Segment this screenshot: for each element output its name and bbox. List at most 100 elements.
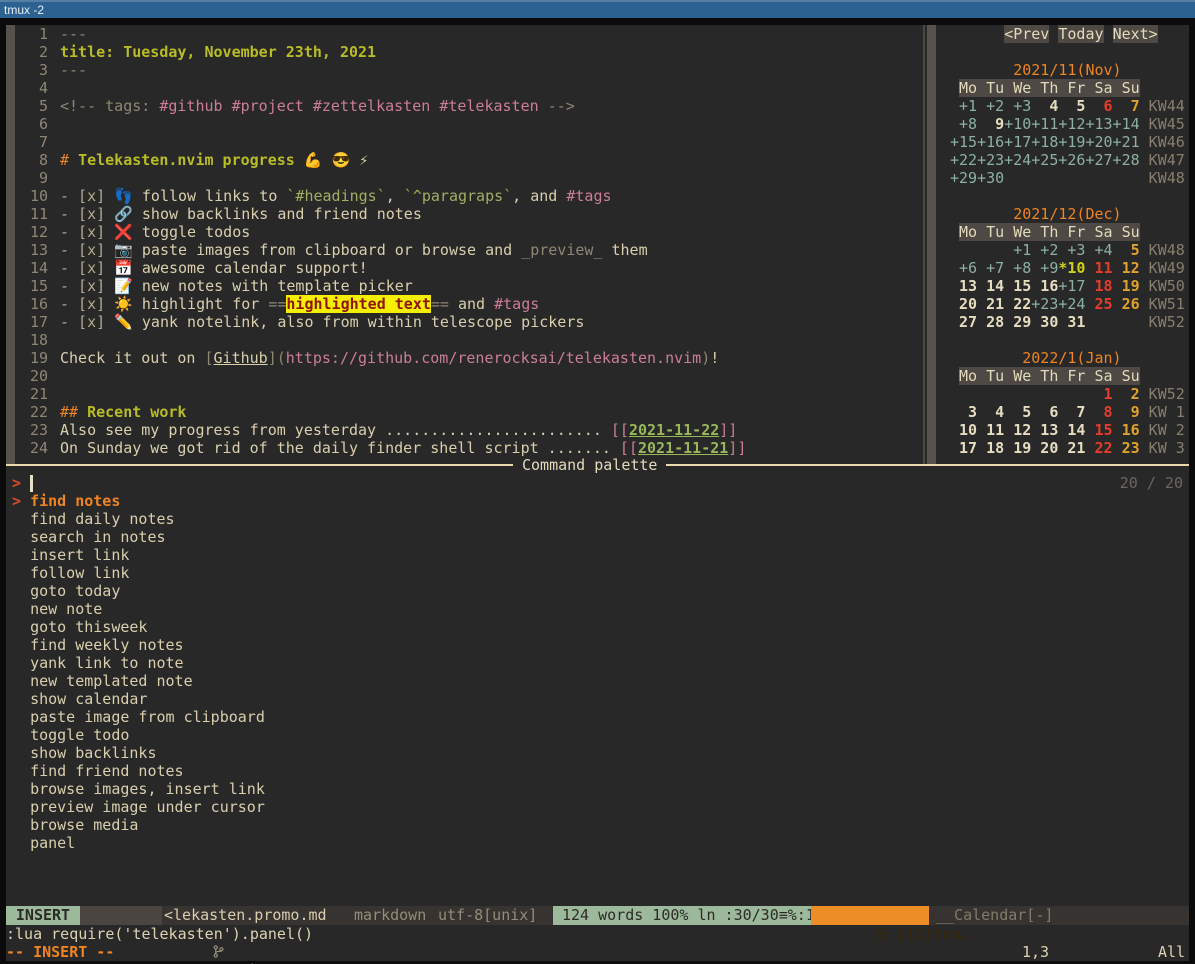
calendar-day-with-note[interactable]: +6 +7 +8 +9: [950, 259, 1058, 277]
palette-item[interactable]: find weekly notes: [12, 636, 265, 654]
calendar-day-saturday[interactable]: 18: [1085, 277, 1112, 295]
command-palette[interactable]: > > find notes find daily notes search i…: [12, 474, 265, 852]
editor-line[interactable]: 14- [x] 📅 awesome calendar support!: [15, 259, 746, 277]
calendar-day-with-note[interactable]: +17: [1058, 277, 1085, 295]
calendar-day[interactable]: 10 11 12 13 14: [950, 421, 1085, 439]
tag-or-url: #zettelkasten: [313, 97, 430, 115]
calendar-day[interactable]: 3 4 5 6 7: [950, 403, 1085, 421]
calendar-day-sunday[interactable]: 12: [1113, 259, 1140, 277]
calendar-day-sunday[interactable]: 19: [1113, 277, 1140, 295]
calendar-day-with-note[interactable]: +23+24: [1031, 295, 1085, 313]
note-date-link[interactable]: 2021-11-21: [638, 439, 728, 457]
calendar-nav-button[interactable]: Today: [1058, 25, 1103, 43]
palette-item[interactable]: preview image under cursor: [12, 798, 265, 816]
palette-item[interactable]: show calendar: [12, 690, 265, 708]
editor-line[interactable]: 11- [x] 🔗 show backlinks and friend note…: [15, 205, 746, 223]
note-date-link[interactable]: 2021-11-22: [629, 421, 719, 439]
text-segment: 📝 new notes with template picker: [114, 277, 413, 295]
calendar-day-with-note[interactable]: +8: [950, 115, 977, 133]
editor-line[interactable]: 18: [15, 331, 746, 349]
palette-item[interactable]: find daily notes: [12, 510, 265, 528]
calendar-day-saturday[interactable]: 8: [1085, 403, 1112, 421]
calendar-day[interactable]: 27 28 29 30 31: [950, 313, 1085, 331]
editor-line[interactable]: 2title: Tuesday, November 23th, 2021: [15, 43, 746, 61]
calendar-pane[interactable]: <Prev Today Next> 2021/11(Nov) Mo Tu We …: [950, 25, 1185, 457]
palette-item[interactable]: browse media: [12, 816, 265, 834]
editor-line[interactable]: 9: [15, 169, 746, 187]
editor-line[interactable]: 20: [15, 367, 746, 385]
window-separator[interactable]: [923, 25, 925, 464]
editor-line[interactable]: 12- [x] ❌ toggle todos: [15, 223, 746, 241]
calendar-day-saturday[interactable]: 11: [1085, 259, 1112, 277]
editor-line[interactable]: 4: [15, 79, 746, 97]
palette-item[interactable]: paste image from clipboard: [12, 708, 265, 726]
calendar-day-saturday[interactable]: 1: [1085, 385, 1112, 403]
editor-line[interactable]: 22## Recent work: [15, 403, 746, 421]
calendar-day-with-note[interactable]: +22+23+24+25+26+27+28: [950, 151, 1140, 169]
calendar-nav-button[interactable]: <Prev: [1004, 25, 1049, 43]
editor-pane[interactable]: 1---2title: Tuesday, November 23th, 2021…: [15, 25, 746, 457]
calendar-day-with-note[interactable]: +1 +2 +3: [950, 97, 1031, 115]
calendar-day-with-note[interactable]: +15+16+17+18+19+20+21: [950, 133, 1140, 151]
palette-item[interactable]: yank link to note: [12, 654, 265, 672]
calendar-day[interactable]: 9: [977, 115, 1004, 133]
calendar-day-with-note[interactable]: +29+30: [950, 169, 1004, 187]
palette-item[interactable]: new note: [12, 600, 265, 618]
editor-line[interactable]: 17- [x] ✏️ yank notelink, also from with…: [15, 313, 746, 331]
editor-line[interactable]: 3---: [15, 61, 746, 79]
palette-item[interactable]: goto today: [12, 582, 265, 600]
calendar-day-saturday[interactable]: 22: [1085, 439, 1112, 457]
calendar-day[interactable]: 13 14 15 16: [950, 277, 1058, 295]
calendar-day-saturday[interactable]: 15: [1085, 421, 1112, 439]
editor-line[interactable]: 5<!-- tags: #github #project #zettelkast…: [15, 97, 746, 115]
palette-item[interactable]: toggle todo: [12, 726, 265, 744]
palette-item[interactable]: search in notes: [12, 528, 265, 546]
calendar-row: [950, 43, 1185, 61]
editor-line[interactable]: 19Check it out on [Github](https://githu…: [15, 349, 746, 367]
calendar-day-sunday[interactable]: 7: [1113, 97, 1140, 115]
editor-line[interactable]: 24On Sunday we got rid of the daily find…: [15, 439, 746, 457]
palette-item[interactable]: panel: [12, 834, 265, 852]
calendar-day-with-note[interactable]: +1 +2 +3 +4: [1004, 241, 1112, 259]
vim-cmdline[interactable]: :lua require('telekasten').panel(): [6, 925, 313, 943]
calendar-scrollbar[interactable]: [927, 25, 936, 464]
palette-item[interactable]: browse images, insert link: [12, 780, 265, 798]
editor-line[interactable]: 10- [x] 👣 follow links to `#headings`, `…: [15, 187, 746, 205]
editor-line[interactable]: 15- [x] 📝 new notes with template picker: [15, 277, 746, 295]
editor-line[interactable]: 6: [15, 115, 746, 133]
calendar-day[interactable]: 17 18 19 20 21: [950, 439, 1085, 457]
hyperlink[interactable]: Github: [214, 349, 268, 367]
calendar-day-sunday[interactable]: 23: [1113, 439, 1140, 457]
palette-item[interactable]: find friend notes: [12, 762, 265, 780]
palette-item[interactable]: insert link: [12, 546, 265, 564]
calendar-nav-button[interactable]: Next>: [1113, 25, 1158, 43]
calendar-day-saturday[interactable]: 25: [1085, 295, 1112, 313]
editor-line[interactable]: 16- [x] ☀️ highlight for ==highlighted t…: [15, 295, 746, 313]
editor-line[interactable]: 13- [x] 📷 paste images from clipboard or…: [15, 241, 746, 259]
palette-item[interactable]: > find notes: [12, 492, 265, 510]
calendar-day-sunday[interactable]: 26: [1113, 295, 1140, 313]
editor-line[interactable]: 23Also see my progress from yesterday ..…: [15, 421, 746, 439]
palette-item[interactable]: show backlinks: [12, 744, 265, 762]
editor-line[interactable]: 21: [15, 385, 746, 403]
calendar-day[interactable]: 20 21 22: [950, 295, 1031, 313]
statusline-tab[interactable]: ☰ [11]tra…: [811, 906, 929, 925]
calendar-day[interactable]: 4 5: [1031, 97, 1085, 115]
calendar-day-saturday[interactable]: 6: [1085, 97, 1112, 115]
editor-line[interactable]: 1---: [15, 25, 746, 43]
palette-item[interactable]: new templated note: [12, 672, 265, 690]
palette-item[interactable]: goto thisweek: [12, 618, 265, 636]
calendar-day-sunday[interactable]: 2: [1113, 385, 1140, 403]
editor-scrollbar[interactable]: [6, 25, 15, 464]
calendar-day-with-note[interactable]: +10+11+12+13+14: [1004, 115, 1139, 133]
palette-prompt[interactable]: >: [12, 474, 265, 492]
calendar-day-today[interactable]: *10: [1058, 259, 1085, 277]
calendar-weekday-header: Mo Tu We Th Fr Sa Su: [959, 367, 1140, 385]
palette-item[interactable]: follow link: [12, 564, 265, 582]
calendar-day-sunday[interactable]: 16: [1113, 421, 1140, 439]
calendar-day-sunday[interactable]: 9: [1113, 403, 1140, 421]
editor-line[interactable]: 7: [15, 133, 746, 151]
editor-line[interactable]: 8# Telekasten.nvim progress 💪 😎 ⚡: [15, 151, 746, 169]
calendar-day-sunday[interactable]: 5: [1113, 241, 1140, 259]
calendar-row: 20 21 22+23+24 25 26 KW51: [950, 295, 1185, 313]
